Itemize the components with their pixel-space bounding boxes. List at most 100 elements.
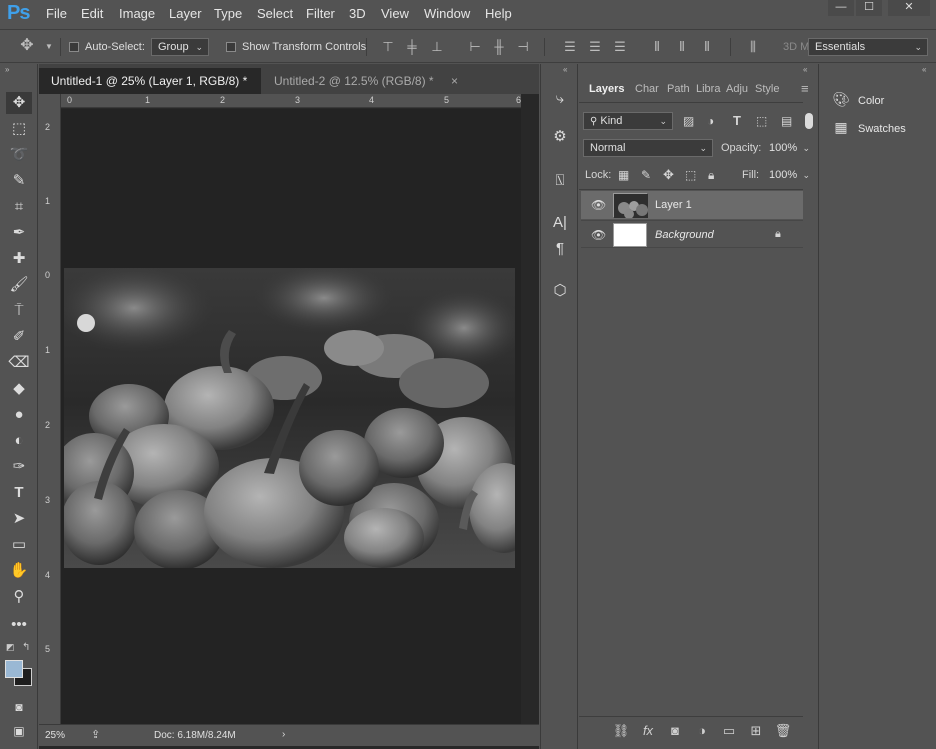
layer-image-pumpkins[interactable] bbox=[64, 268, 515, 568]
quick-mask-icon[interactable]: ◙ bbox=[6, 696, 32, 718]
rectangle-tool-icon[interactable]: ▭ bbox=[6, 534, 32, 556]
tab-styles[interactable]: Style bbox=[755, 76, 779, 102]
eraser-tool-icon[interactable]: ⌫ bbox=[6, 352, 32, 374]
type-tool-icon[interactable]: T bbox=[6, 482, 32, 504]
distribute-bottom-icon[interactable]: ☰ bbox=[613, 40, 627, 54]
default-colors-icon[interactable]: ◩ bbox=[6, 642, 18, 652]
layer-row-layer-1[interactable]: 👁︎ Layer 1 bbox=[581, 191, 803, 219]
opacity-field[interactable]: 100% ⌄ bbox=[762, 139, 816, 157]
tab-libraries[interactable]: Libra bbox=[696, 76, 720, 102]
align-right-icon[interactable]: ⊣ bbox=[516, 40, 530, 54]
workspace-dropdown[interactable]: Essentials ⌄ bbox=[808, 38, 928, 56]
visibility-eye-icon[interactable]: 👁︎ bbox=[591, 228, 606, 242]
auto-select-checkbox[interactable] bbox=[69, 42, 79, 52]
distribute-vcenter-icon[interactable]: ☰ bbox=[588, 40, 602, 54]
swatches-panel-button[interactable]: ▦ Swatches bbox=[832, 116, 905, 138]
auto-select-dropdown[interactable]: Group ⌄ bbox=[151, 38, 209, 56]
filter-pixel-icon[interactable]: ▨ bbox=[683, 114, 694, 128]
menu-filter[interactable]: Filter bbox=[306, 6, 335, 21]
tool-preset-dropdown-icon[interactable]: ▼ bbox=[42, 40, 56, 54]
menu-file[interactable]: File bbox=[46, 6, 67, 21]
minimize-button[interactable]: — bbox=[828, 0, 854, 16]
lock-pixels-icon[interactable]: ✎ bbox=[641, 168, 651, 182]
foreground-color-swatch[interactable] bbox=[5, 660, 23, 678]
transform-controls-checkbox[interactable] bbox=[226, 42, 236, 52]
menu-view[interactable]: View bbox=[381, 6, 409, 21]
pen-tool-icon[interactable]: ✑ bbox=[6, 456, 32, 478]
layer-row-background[interactable]: 👁︎ Background 🔒︎ bbox=[581, 220, 803, 248]
menu-window[interactable]: Window bbox=[424, 6, 470, 21]
color-panel-button[interactable]: 🎨︎ Color bbox=[832, 88, 884, 110]
distribute-right-icon[interactable]: ⫴ bbox=[700, 40, 714, 54]
status-menu-arrow-icon[interactable]: › bbox=[282, 729, 285, 740]
blend-mode-dropdown[interactable]: Normal ⌄ bbox=[583, 139, 713, 157]
zoom-tool-icon[interactable]: ⚲ bbox=[6, 586, 32, 608]
brush-tool-icon[interactable]: 🖌 bbox=[6, 274, 32, 296]
character-panel-icon[interactable]: A| bbox=[549, 212, 571, 234]
dodge-tool-icon[interactable]: ◐ bbox=[6, 430, 32, 452]
layer-style-fx-icon[interactable]: fx bbox=[638, 721, 658, 741]
lock-all-icon[interactable]: 🔒︎ bbox=[708, 168, 714, 183]
eyedropper-tool-icon[interactable]: ✒ bbox=[6, 222, 32, 244]
move-tool-icon[interactable]: ✥ bbox=[20, 38, 34, 54]
lock-icon[interactable]: 🔒︎ bbox=[775, 228, 781, 241]
share-icon[interactable]: ⇪ bbox=[91, 728, 100, 741]
lock-position-icon[interactable]: ✥ bbox=[663, 167, 674, 183]
collapse-icon[interactable]: « bbox=[563, 65, 567, 74]
filter-smartobject-icon[interactable]: ▤ bbox=[781, 114, 792, 128]
align-hcenter-icon[interactable]: ╫ bbox=[492, 40, 506, 54]
align-bottom-icon[interactable]: ⊥ bbox=[430, 40, 444, 54]
blur-tool-icon[interactable]: ● bbox=[6, 404, 32, 426]
tab-layers[interactable]: Layers bbox=[581, 76, 624, 102]
distribute-left-icon[interactable]: ⫴ bbox=[650, 40, 664, 54]
menu-select[interactable]: Select bbox=[257, 6, 293, 21]
menu-3d[interactable]: 3D bbox=[349, 6, 366, 21]
zoom-level[interactable]: 25% bbox=[45, 730, 65, 741]
crop-tool-icon[interactable]: ⌗ bbox=[6, 196, 32, 218]
lock-artboard-icon[interactable]: ⬚ bbox=[685, 168, 696, 182]
lasso-tool-icon[interactable]: ➰ bbox=[6, 144, 32, 166]
align-top-icon[interactable]: ⊤ bbox=[381, 40, 395, 54]
close-icon[interactable]: × bbox=[451, 68, 458, 94]
history-panel-icon[interactable]: ⤷ bbox=[549, 88, 571, 110]
new-group-icon[interactable]: ▭ bbox=[719, 721, 739, 741]
paragraph-panel-icon[interactable]: ¶ bbox=[549, 238, 571, 260]
add-mask-icon[interactable]: ◙ bbox=[665, 721, 685, 741]
distribute-top-icon[interactable]: ☰ bbox=[563, 40, 577, 54]
collapse-icon[interactable]: » bbox=[5, 65, 9, 74]
history-brush-tool-icon[interactable]: ✐ bbox=[6, 326, 32, 348]
link-layers-icon[interactable]: ⛓ bbox=[611, 721, 631, 741]
align-left-icon[interactable]: ⊢ bbox=[468, 40, 482, 54]
healing-brush-tool-icon[interactable]: ✚ bbox=[6, 248, 32, 270]
tab-untitled-2[interactable]: Untitled-2 @ 12.5% (RGB/8) * × bbox=[262, 68, 458, 94]
properties-panel-icon[interactable]: ⚙ bbox=[549, 126, 571, 148]
panel-menu-icon[interactable]: ≡ bbox=[801, 76, 809, 102]
filter-toggle-icon[interactable] bbox=[805, 113, 813, 129]
fill-field[interactable]: 100% ⌄ bbox=[762, 166, 816, 184]
screen-mode-icon[interactable]: ▣ bbox=[6, 720, 32, 742]
paint-bucket-tool-icon[interactable]: ◆ bbox=[6, 378, 32, 400]
menu-type[interactable]: Type bbox=[214, 6, 242, 21]
new-layer-icon[interactable]: ⊞ bbox=[746, 721, 766, 741]
collapse-icon[interactable]: « bbox=[803, 65, 807, 74]
layer-filter-dropdown[interactable]: ⚲ Kind ⌄ bbox=[583, 112, 673, 130]
tab-untitled-1[interactable]: Untitled-1 @ 25% (Layer 1, RGB/8) * × bbox=[39, 68, 271, 94]
more-tools-icon[interactable]: ••• bbox=[6, 614, 32, 636]
paths-panel-icon[interactable]: ⍂ bbox=[549, 170, 571, 192]
close-window-button[interactable]: ✕ bbox=[888, 0, 930, 16]
filter-adjustment-icon[interactable]: ◑ bbox=[707, 114, 714, 128]
filter-type-icon[interactable]: T bbox=[733, 113, 741, 128]
adjustment-layer-icon[interactable]: ◑ bbox=[692, 721, 712, 741]
clone-stamp-tool-icon[interactable]: ⍑ bbox=[6, 300, 32, 322]
move-tool-icon[interactable]: ✥ bbox=[6, 92, 32, 114]
maximize-button[interactable]: ☐ bbox=[856, 0, 882, 16]
swap-colors-icon[interactable]: ↰ bbox=[22, 642, 34, 653]
menu-edit[interactable]: Edit bbox=[81, 6, 103, 21]
lock-transparent-icon[interactable]: ▦ bbox=[618, 168, 629, 182]
tab-character[interactable]: Char bbox=[635, 76, 659, 102]
distribute-hcenter-icon[interactable]: ⫴ bbox=[675, 40, 689, 54]
align-vcenter-icon[interactable]: ╪ bbox=[405, 40, 419, 54]
tab-paths[interactable]: Path bbox=[667, 76, 690, 102]
trash-icon[interactable]: 🗑︎ bbox=[773, 721, 793, 741]
3d-panel-icon[interactable]: ⬡ bbox=[549, 280, 571, 302]
